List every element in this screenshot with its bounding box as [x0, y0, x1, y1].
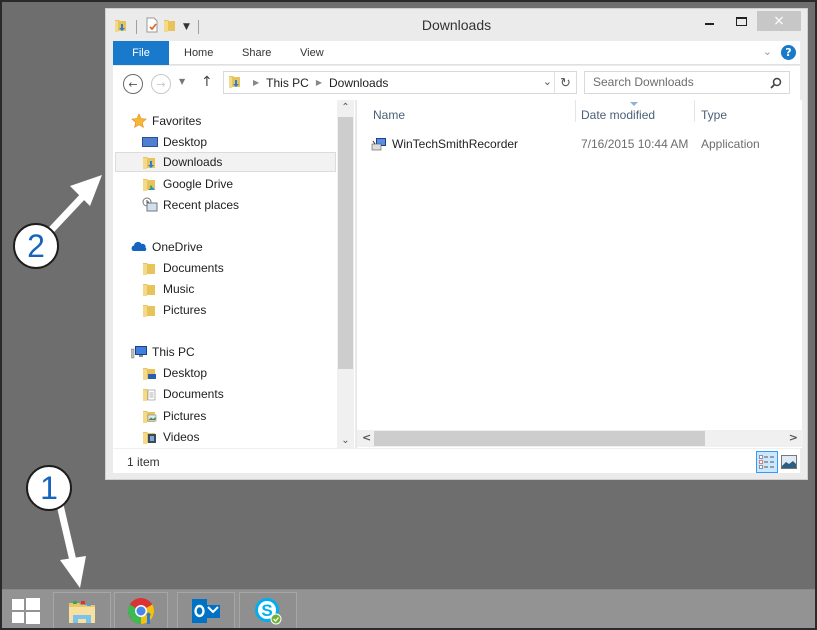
annotation-callout-2: 2 — [13, 223, 59, 269]
annotation-callout-1: 1 — [26, 465, 72, 511]
annotation-arrow-1 — [56, 501, 86, 588]
